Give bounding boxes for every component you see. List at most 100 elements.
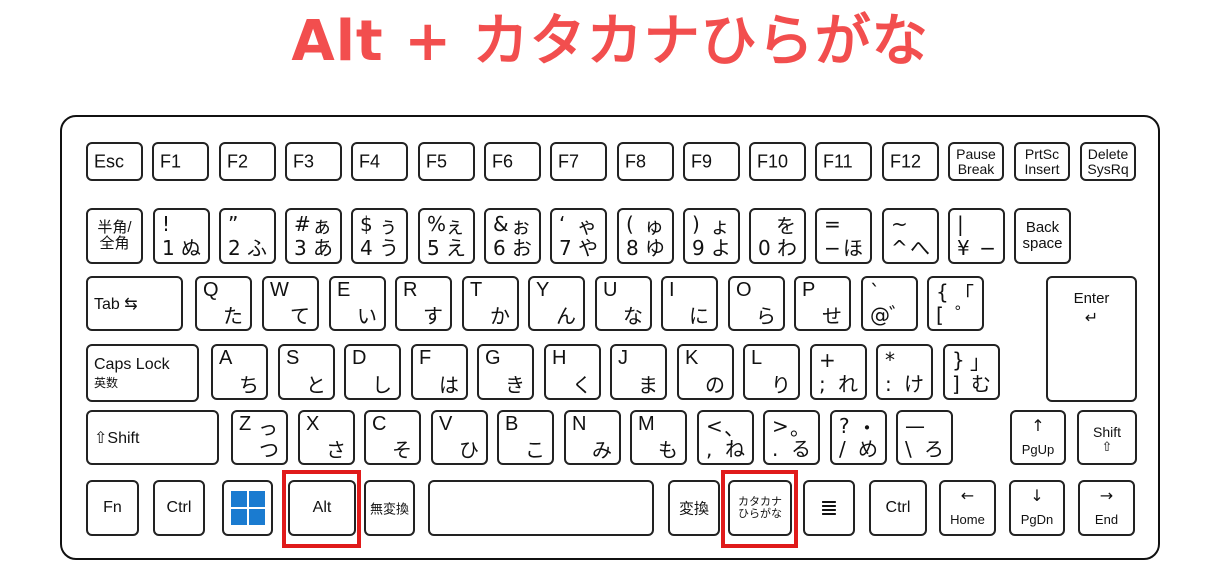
- key-sym-s8[interactable]: >。. る: [763, 410, 820, 465]
- key-delete[interactable]: Delete SysRq: [1080, 142, 1136, 181]
- key-home[interactable]: ← Home: [939, 480, 996, 536]
- key-pgdn[interactable]: ↓ PgDn: [1009, 480, 1065, 536]
- key-r[interactable]: Rす: [395, 276, 452, 331]
- key-q[interactable]: Qた: [195, 276, 252, 331]
- key-e[interactable]: Eい: [329, 276, 386, 331]
- key-n[interactable]: Nみ: [564, 410, 621, 465]
- key-menu[interactable]: ≣: [803, 480, 855, 536]
- key-legend: は: [439, 373, 459, 397]
- key-u[interactable]: Uな: [595, 276, 652, 331]
- key-sym-s7[interactable]: <、, ね: [697, 410, 754, 465]
- key-number-12[interactable]: ~ ^ へ: [882, 208, 939, 264]
- key-f4[interactable]: F4: [351, 142, 408, 181]
- key-x[interactable]: Xさ: [298, 410, 355, 465]
- key-ctrl-left[interactable]: Ctrl: [153, 480, 205, 536]
- key-sym-11[interactable]: {「 [゜: [927, 276, 984, 331]
- key-s[interactable]: Sと: [278, 344, 335, 400]
- key-a[interactable]: Aち: [211, 344, 268, 400]
- key-esc[interactable]: Esc: [86, 142, 143, 181]
- key-legend: 0: [758, 236, 771, 260]
- key-legend: わ: [777, 236, 797, 260]
- key-legend: .: [772, 437, 779, 461]
- key-end[interactable]: → End: [1078, 480, 1135, 536]
- key-f6[interactable]: F6: [484, 142, 541, 181]
- key-number-7[interactable]: ‘ ゃ 7 や: [550, 208, 607, 264]
- key-sym-s9[interactable]: ? ・ / め: [830, 410, 887, 465]
- key-w[interactable]: Wて: [262, 276, 319, 331]
- key-m[interactable]: Mも: [630, 410, 687, 465]
- key-number-2[interactable]: ” 2 ふ: [219, 208, 276, 264]
- key-fn[interactable]: Fn: [86, 480, 139, 536]
- key-t[interactable]: Tか: [462, 276, 519, 331]
- key-number-1[interactable]: ! 1 ぬ: [153, 208, 210, 264]
- key-number-3[interactable]: # ぁ 3 あ: [285, 208, 342, 264]
- key-f10[interactable]: F10: [749, 142, 806, 181]
- key-legend: ね: [725, 437, 745, 461]
- key-number-9[interactable]: ) ょ 9 よ: [683, 208, 740, 264]
- key-legend: D: [352, 347, 367, 369]
- key-j[interactable]: Jま: [610, 344, 667, 400]
- key-enter[interactable]: Enter ↵: [1046, 276, 1137, 402]
- key-henkan[interactable]: 変換: [668, 480, 720, 536]
- key-f11[interactable]: F11: [815, 142, 872, 181]
- key-c[interactable]: Cそ: [364, 410, 421, 465]
- key-b[interactable]: Bこ: [497, 410, 554, 465]
- key-legend: き: [505, 373, 525, 397]
- key-k[interactable]: Kの: [677, 344, 734, 400]
- key-d[interactable]: Dし: [344, 344, 401, 400]
- key-legend: に: [689, 304, 709, 328]
- key-f2[interactable]: F2: [219, 142, 276, 181]
- key-number-10[interactable]: を0わ: [749, 208, 806, 264]
- key-number-13[interactable]: | ¥ −: [948, 208, 1005, 264]
- key-f1[interactable]: F1: [152, 142, 209, 181]
- arrow-up-icon: ↑: [1031, 416, 1045, 435]
- key-number-5[interactable]: % ぇ 5 え: [418, 208, 475, 264]
- key-muhenkan[interactable]: 無変換: [364, 480, 415, 536]
- key-legend: %: [427, 212, 447, 236]
- key-alt[interactable]: Alt: [288, 480, 356, 536]
- key-sym-h10[interactable]: *: け: [876, 344, 933, 400]
- key-legend: ^: [891, 236, 908, 260]
- key-z[interactable]: Zっつ: [231, 410, 288, 465]
- key-windows[interactable]: [222, 480, 273, 536]
- key-f8[interactable]: F8: [617, 142, 674, 181]
- key-l[interactable]: Lり: [743, 344, 800, 400]
- key-f[interactable]: Fは: [411, 344, 468, 400]
- key-i[interactable]: Iに: [661, 276, 718, 331]
- key-legend: F8: [625, 151, 647, 171]
- key-katakana-hiragana[interactable]: カタカナ ひらがな: [728, 480, 792, 536]
- key-left-shift[interactable]: ⇧Shift: [86, 410, 219, 465]
- key-sym-h9[interactable]: +; れ: [810, 344, 867, 400]
- key-y[interactable]: Yん: [528, 276, 585, 331]
- key-pause[interactable]: Pause Break: [948, 142, 1004, 181]
- key-f9[interactable]: F9: [683, 142, 740, 181]
- key-tab[interactable]: Tab ⇆: [86, 276, 183, 331]
- key-legend: て: [290, 304, 310, 328]
- key-caps-lock[interactable]: Caps Lock 英数: [86, 344, 199, 402]
- key-g[interactable]: Gき: [477, 344, 534, 400]
- key-h[interactable]: Hく: [544, 344, 601, 400]
- key-sym-h11[interactable]: }」] む: [943, 344, 1000, 400]
- key-f3[interactable]: F3: [285, 142, 342, 181]
- key-number-4[interactable]: $ ぅ 4 う: [351, 208, 408, 264]
- key-f12[interactable]: F12: [882, 142, 939, 181]
- key-pgup[interactable]: ↑ PgUp: [1010, 410, 1066, 465]
- key-f5[interactable]: F5: [418, 142, 475, 181]
- key-right-shift[interactable]: Shift ⇧: [1077, 410, 1137, 465]
- key-f7[interactable]: F7: [550, 142, 607, 181]
- key-prtsc[interactable]: PrtSc Insert: [1014, 142, 1070, 181]
- key-number-14[interactable]: Back space: [1014, 208, 1071, 264]
- key-sym-s10[interactable]: — \ ろ: [896, 410, 953, 465]
- key-o[interactable]: Oら: [728, 276, 785, 331]
- key-sym-10[interactable]: ` @ ゛: [861, 276, 918, 331]
- key-number-6[interactable]: & ぉ 6 お: [484, 208, 541, 264]
- key-ctrl-right[interactable]: Ctrl: [869, 480, 927, 536]
- key-number-8[interactable]: (ゅ 8 ゆ: [617, 208, 674, 264]
- key-number-0[interactable]: 半角/全角: [86, 208, 143, 264]
- key-legend: Ctrl: [166, 499, 192, 516]
- key-space[interactable]: [428, 480, 654, 536]
- key-number-11[interactable]: = − ほ: [815, 208, 872, 264]
- key-p[interactable]: Pせ: [794, 276, 851, 331]
- key-v[interactable]: Vひ: [431, 410, 488, 465]
- key-legend: PgUp: [1021, 442, 1055, 457]
